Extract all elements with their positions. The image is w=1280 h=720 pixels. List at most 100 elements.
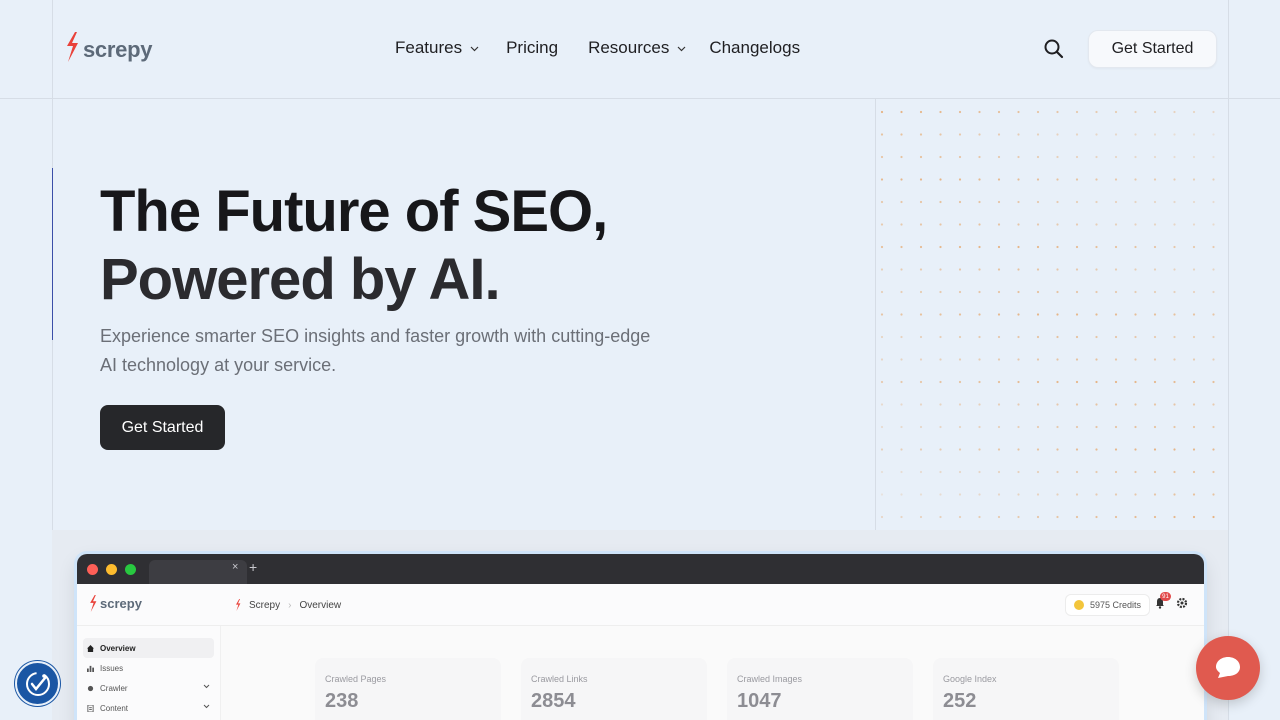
decorative-dot [1095,470,1098,474]
screpy-logo-icon [236,599,241,611]
home-icon [87,644,94,652]
decorative-dot [900,403,903,406]
decorative-dot [1212,133,1215,136]
decorative-dot [1114,223,1118,226]
tab-close-icon: × [232,561,239,573]
decorative-dot [1114,493,1118,496]
decorative-dot [1114,133,1118,136]
nav-changelogs[interactable]: Changelogs [709,38,800,58]
decorative-dot [958,268,962,271]
decorative-dot [1056,380,1059,384]
sidebar-item-label: Content [100,703,129,713]
decorative-dot [880,515,884,519]
decorative-dot [978,110,981,114]
stat-label: Crawled Pages [325,674,387,684]
nav-changelogs-label: Changelogs [709,38,801,57]
decorative-dot [1056,223,1059,226]
decorative-dot [1212,155,1215,159]
decorative-dot [1192,110,1196,114]
decorative-dot [1017,515,1020,519]
search-button[interactable] [1042,37,1066,61]
decorative-dot [1056,493,1059,496]
decorative-dot [958,335,962,339]
decorative-dot [900,470,903,474]
chevron-down-icon [677,46,686,52]
decorative-dot [939,290,942,294]
decorative-dot [919,223,923,226]
decorative-dot [958,133,962,136]
decorative-dot [939,268,942,271]
nav-resources[interactable]: Resources [588,38,686,58]
decorative-dot [958,380,962,384]
decorative-dot [997,335,1001,339]
decorative-dot [900,380,903,384]
decorative-dot [1114,110,1118,114]
decorative-dot [1153,178,1157,181]
decorative-dot [1192,200,1196,204]
maximize-window-dot [125,564,136,575]
decorative-dot [880,493,884,496]
decorative-dot [1173,155,1176,159]
sidebar-item-crawler: Crawler [83,678,214,698]
accessibility-button[interactable] [15,661,60,706]
decorative-dot [1056,290,1059,294]
nav-pricing-label: Pricing [506,38,559,57]
decorative-dot [1114,290,1118,294]
decorative-dot [1173,178,1176,181]
decorative-dot [1173,223,1176,226]
decorative-dot [939,358,942,361]
stat-value: 238 [325,690,359,712]
stat-value: 1047 [737,690,782,712]
decorative-dot [1036,403,1040,406]
decorative-dot [1153,133,1157,136]
logo-text: screpy [83,36,153,62]
decorative-dot [1153,223,1157,226]
decorative-dot [997,313,1001,316]
chat-widget-button[interactable] [1196,636,1260,700]
decorative-dot [958,470,962,474]
decorative-dot [939,380,942,384]
decorative-dot [1036,155,1040,159]
decorative-dot [1075,223,1079,226]
hero-get-started-button[interactable]: Get Started [100,405,225,450]
decorative-dot [1114,448,1118,451]
decorative-dot [1056,245,1059,249]
decorative-dot [1134,110,1137,114]
stat-label: Google Index [943,674,997,684]
decorative-dot [1173,470,1176,474]
decorative-dot [1134,425,1137,429]
decorative-dot [978,133,981,136]
decorative-dot [880,290,884,294]
decorative-dot [978,268,981,271]
decorative-dot [1114,425,1118,429]
decorative-dot [1075,155,1079,159]
header-get-started-button[interactable]: Get Started [1088,30,1217,68]
logo[interactable]: screpy [65,32,152,67]
nav-pricing[interactable]: Pricing [506,38,558,58]
decorative-dot [1212,245,1215,249]
decorative-dot [939,110,942,114]
app-logo-text: screpy [100,596,142,611]
decorative-dot [919,358,923,361]
sidebar-item-label: Issues [100,663,124,673]
decorative-dot [978,155,981,159]
decorative-dot [1192,223,1196,226]
decorative-dot [1134,290,1137,294]
decorative-dot [978,425,981,429]
decorative-dot [1095,335,1098,339]
decorative-dot [1192,515,1196,519]
stat-card-crawled-pages: Crawled Pages 238 [315,658,501,720]
decorative-dot [1095,358,1098,361]
decorative-dot [1095,493,1098,496]
decorative-dot [1212,358,1215,361]
breadcrumb: Screpy › Overview [235,599,341,611]
decorative-dot [1153,448,1157,451]
decorative-dot [1056,358,1059,361]
decorative-dot [1095,110,1098,114]
decorative-dot [919,290,923,294]
decorative-dot [919,515,923,519]
decorative-dot [939,313,942,316]
decorative-dot [900,178,903,181]
decorative-dot [978,470,981,474]
nav-features[interactable]: Features [395,38,479,58]
